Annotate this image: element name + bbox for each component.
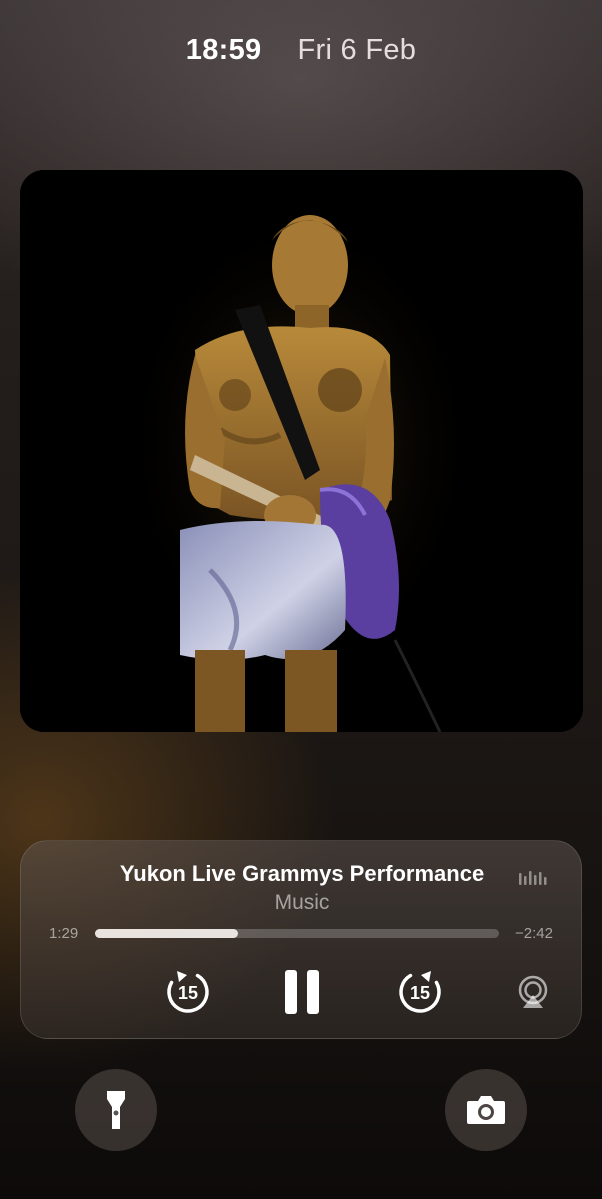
now-playing-widget[interactable]: Yukon Live Grammys Performance Music 1:2…	[20, 840, 582, 1039]
clock-date: Fri 6 Feb	[297, 34, 417, 66]
flashlight-button[interactable]	[75, 1069, 157, 1151]
flashlight-icon	[107, 1091, 125, 1129]
pause-button[interactable]	[283, 967, 323, 1022]
skip-forward-15-button[interactable]: 15	[395, 967, 445, 1022]
skip-forward-seconds: 15	[410, 983, 430, 1003]
track-title[interactable]: Yukon Live Grammys Performance	[21, 861, 583, 887]
camera-icon	[467, 1096, 505, 1124]
pause-icon	[285, 970, 319, 1014]
camera-button[interactable]	[445, 1069, 527, 1151]
remaining-time: −2:42	[515, 925, 553, 942]
airplay-icon	[518, 975, 548, 1008]
skip-forward-15-icon: 15	[399, 971, 441, 1013]
track-source: Music	[274, 891, 330, 914]
skip-back-15-icon: 15	[167, 971, 209, 1013]
clock-time: 18:59	[185, 34, 262, 66]
album-artwork	[20, 170, 583, 732]
airplay-button[interactable]	[515, 975, 551, 1014]
skip-back-15-button[interactable]: 15	[163, 967, 213, 1022]
elapsed-time: 1:29	[49, 925, 79, 942]
playback-progress-fill	[95, 929, 239, 938]
lock-screen-status: 18:59 Fri 6 Feb	[0, 34, 602, 67]
skip-back-seconds: 15	[178, 983, 198, 1003]
audio-waveform-icon[interactable]	[519, 869, 549, 894]
playback-scrubber[interactable]	[95, 929, 499, 938]
artwork-image	[20, 170, 583, 732]
